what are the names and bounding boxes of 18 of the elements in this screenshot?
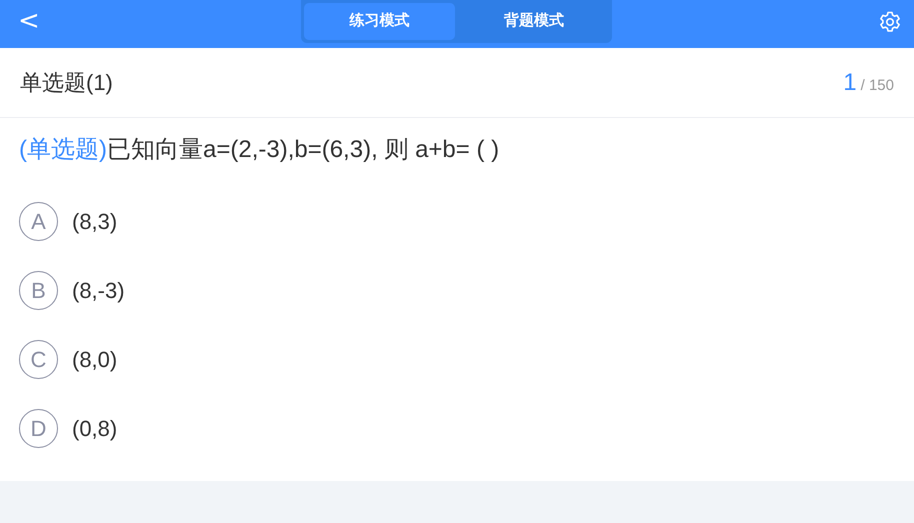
total-count: / 150 (860, 76, 894, 96)
settings-button[interactable] (878, 10, 902, 34)
mode-tab[interactable]: 练习模式 (304, 3, 454, 40)
option-text[interactable]: (0,8) (72, 412, 118, 445)
option-letter[interactable]: C (19, 340, 58, 379)
option-letter[interactable]: B (19, 271, 58, 310)
option-text[interactable]: (8,3) (72, 205, 118, 238)
option-letter[interactable]: A (19, 202, 58, 241)
back-button[interactable]: < (14, 6, 44, 36)
settings-icon (878, 10, 902, 34)
option-text[interactable]: (8,0) (72, 343, 118, 376)
current-number: 1 (843, 68, 857, 98)
question-title: 单选题(1) (20, 69, 113, 97)
option-text[interactable]: (8,-3) (72, 274, 125, 307)
option-letter[interactable]: D (19, 409, 58, 448)
question-text: 已知向量a=(2,-3),b=(6,3), 则 a+b= ( ) (106, 136, 500, 163)
mode-tab[interactable]: 背题模式 (458, 3, 609, 40)
question-type-tag: (单选题) (19, 136, 107, 163)
